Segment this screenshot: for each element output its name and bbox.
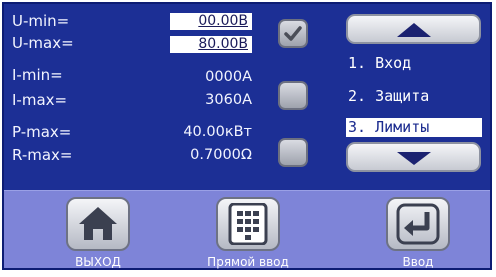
r-max-label: R-max= <box>12 146 73 164</box>
enter-label: Ввод <box>402 255 434 269</box>
enter-icon <box>396 203 440 245</box>
device-screen: U-min= U-max= I-min= I-max= P-max= R-max… <box>0 0 496 277</box>
direct-input-label: Прямой ввод <box>207 255 289 269</box>
limits-panel: U-min= U-max= I-min= I-max= P-max= R-max… <box>2 2 492 270</box>
enter-button[interactable] <box>386 197 450 251</box>
p-max-label: P-max= <box>12 123 72 141</box>
footer-bar: ВЫХОД Прямой ввод Ввод <box>4 190 490 269</box>
current-limit-checkbox[interactable] <box>278 81 308 110</box>
menu-item-protection[interactable]: 2. Защита <box>348 87 429 106</box>
u-max-field[interactable]: 80.00В <box>170 36 252 53</box>
menu-item-input[interactable]: 1. Вход <box>348 54 411 73</box>
direct-input-button[interactable] <box>216 197 280 251</box>
keypad-icon <box>228 203 268 245</box>
power-limit-checkbox[interactable] <box>278 138 308 167</box>
arrow-up-icon <box>397 23 431 37</box>
home-icon <box>79 207 117 240</box>
exit-label: ВЫХОД <box>75 255 121 269</box>
arrow-down-icon <box>397 152 431 165</box>
r-max-value[interactable]: 0.7000Ω <box>156 146 252 164</box>
u-min-field[interactable]: 00.00В <box>170 13 252 30</box>
u-min-label: U-min= <box>12 12 70 30</box>
i-min-value[interactable]: 0000А <box>156 68 252 86</box>
scroll-up-button[interactable] <box>346 14 481 44</box>
i-max-label: I-max= <box>12 91 68 109</box>
checkmark-icon <box>284 26 302 41</box>
menu-item-limits[interactable]: 3. Лимиты <box>346 118 482 137</box>
voltage-limit-checkbox[interactable] <box>278 19 308 48</box>
i-max-value[interactable]: 3060А <box>156 91 252 109</box>
u-max-label: U-max= <box>12 34 74 52</box>
i-min-label: I-min= <box>12 66 63 84</box>
scroll-down-button[interactable] <box>346 142 481 172</box>
p-max-value[interactable]: 40.00кВт <box>156 123 252 141</box>
exit-button[interactable] <box>66 197 130 251</box>
